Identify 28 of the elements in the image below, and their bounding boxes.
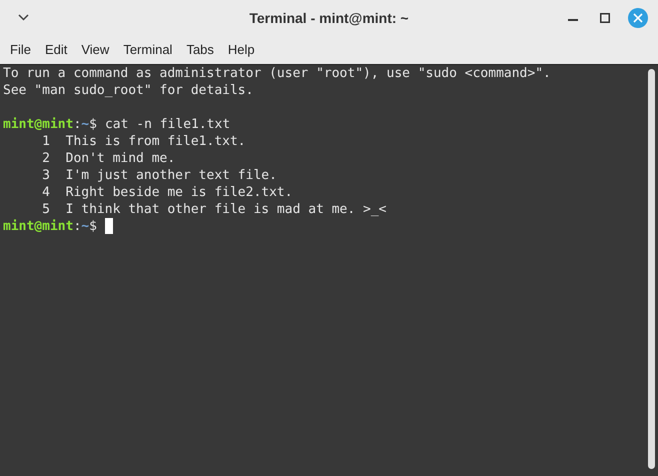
output-line: See "man sudo_root" for details. — [3, 82, 254, 99]
menu-item[interactable]: Terminal — [116, 38, 180, 62]
output-line: To run a command as administrator (user "root"), use "sudo <command>". — [3, 65, 551, 82]
scrollbar[interactable] — [648, 69, 655, 469]
output-line: 3 I'm just another text file. — [41, 167, 277, 184]
prompt-symbol: $ — [89, 116, 97, 133]
prompt-user-host: mint@mint — [3, 116, 74, 133]
menu-item[interactable]: View — [74, 38, 116, 62]
prompt-user-host: mint@mint — [3, 218, 74, 235]
maximize-icon[interactable] — [600, 13, 610, 23]
output-line: 4 Right beside me is file2.txt. — [41, 184, 293, 201]
terminal-area[interactable] — [0, 64, 658, 476]
prompt-path: ~ — [81, 116, 90, 133]
prompt-separator: : — [73, 218, 82, 235]
menu-item[interactable]: Edit — [38, 38, 74, 62]
close-icon[interactable] — [628, 8, 648, 28]
output-line: 2 Don't mind me. — [41, 150, 176, 167]
prompt-separator: : — [73, 116, 82, 133]
prompt-symbol: $ — [89, 218, 97, 235]
window-title: Terminal - mint@mint: ~ — [249, 8, 409, 28]
command-text: cat -n file1.txt — [104, 116, 230, 133]
output-line: 1 This is from file1.txt. — [41, 133, 246, 150]
window-menu-icon[interactable] — [18, 14, 29, 21]
menu-item[interactable]: File — [3, 38, 38, 62]
menu-item[interactable]: Tabs — [179, 38, 221, 62]
prompt-path: ~ — [81, 218, 90, 235]
output-line: 5 I think that other file is mad at me. >_< — [41, 201, 387, 218]
menu-item[interactable]: Help — [220, 38, 262, 62]
